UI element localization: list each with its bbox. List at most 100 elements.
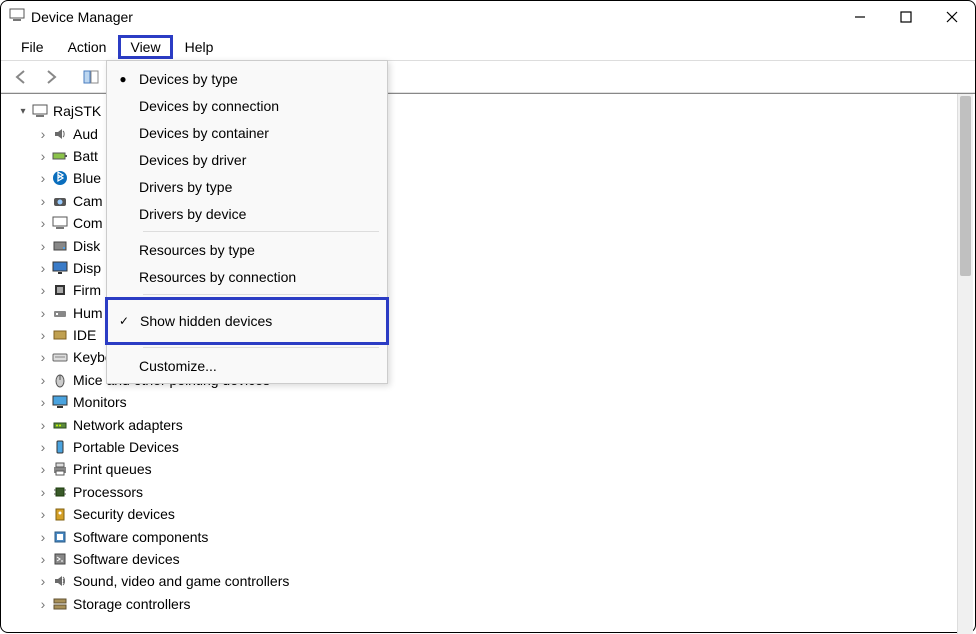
tree-node[interactable]: Security devices <box>35 503 951 525</box>
menu-resources-by-connection[interactable]: Resources by connection <box>107 263 387 290</box>
tree-node[interactable]: Portable Devices <box>35 436 951 458</box>
menu-devices-by-connection[interactable]: Devices by connection <box>107 92 387 119</box>
expand-collapse-icon[interactable] <box>35 417 51 433</box>
tree-node[interactable]: Sound, video and game controllers <box>35 570 951 592</box>
expand-collapse-icon[interactable] <box>35 215 51 231</box>
expand-collapse-icon[interactable] <box>35 238 51 254</box>
tree-node[interactable]: Software components <box>35 525 951 547</box>
expand-collapse-icon[interactable] <box>35 439 51 455</box>
sound-icon <box>51 572 69 590</box>
tree-node-label: Sound, video and game controllers <box>73 573 289 589</box>
expand-collapse-icon[interactable] <box>35 126 51 142</box>
expand-collapse-icon[interactable] <box>35 372 51 388</box>
expand-collapse-icon[interactable] <box>35 484 51 500</box>
expand-collapse-icon[interactable] <box>35 148 51 164</box>
bullet-icon: ● <box>107 72 139 86</box>
expand-collapse-icon[interactable] <box>35 596 51 612</box>
minimize-button[interactable] <box>837 1 883 33</box>
firmware-icon <box>51 281 69 299</box>
security-icon <box>51 505 69 523</box>
expand-collapse-icon[interactable] <box>35 461 51 477</box>
tree-node-label: IDE <box>73 327 96 343</box>
tree-node-label: Blue <box>73 170 101 186</box>
keyboard-icon <box>51 348 69 366</box>
tree-node-label: Software components <box>73 529 208 545</box>
computer-icon <box>51 214 69 232</box>
menu-drivers-by-type[interactable]: Drivers by type <box>107 173 387 200</box>
vertical-scrollbar[interactable] <box>957 94 973 634</box>
expand-collapse-icon[interactable] <box>35 349 51 365</box>
portable-icon <box>51 438 69 456</box>
cpu-icon <box>51 483 69 501</box>
window-titlebar: Device Manager <box>1 1 975 33</box>
tree-node-label: Batt <box>73 148 98 164</box>
tree-node-label: Firm <box>73 282 101 298</box>
menu-separator <box>143 347 379 348</box>
expand-collapse-icon[interactable] <box>35 506 51 522</box>
back-button[interactable] <box>7 63 35 91</box>
expand-collapse-icon[interactable] <box>35 327 51 343</box>
tree-node-label: Cam <box>73 193 103 209</box>
menu-file[interactable]: File <box>9 35 56 59</box>
menu-action[interactable]: Action <box>56 35 119 59</box>
menu-devices-by-container[interactable]: Devices by container <box>107 119 387 146</box>
expand-collapse-icon[interactable] <box>35 573 51 589</box>
tree-node[interactable]: Network adapters <box>35 413 951 435</box>
softdev-icon <box>51 550 69 568</box>
check-icon: ✓ <box>108 314 140 328</box>
printer-icon <box>51 460 69 478</box>
forward-button[interactable] <box>37 63 65 91</box>
display-icon <box>51 259 69 277</box>
audio-icon <box>51 125 69 143</box>
menu-devices-by-type[interactable]: ●Devices by type <box>107 65 387 92</box>
menu-show-hidden-devices[interactable]: ✓Show hidden devices <box>105 297 389 345</box>
storage-icon <box>51 595 69 613</box>
expand-collapse-icon[interactable] <box>35 282 51 298</box>
tree-node-label: Com <box>73 215 103 231</box>
bluetooth-icon <box>51 169 69 187</box>
tree-node[interactable]: Processors <box>35 481 951 503</box>
tree-root-label: RajSTK <box>53 103 101 119</box>
expand-collapse-icon[interactable] <box>35 529 51 545</box>
maximize-button[interactable] <box>883 1 929 33</box>
tree-node-label: Processors <box>73 484 143 500</box>
expand-collapse-icon[interactable] <box>15 106 31 117</box>
camera-icon <box>51 192 69 210</box>
menu-resources-by-type[interactable]: Resources by type <box>107 236 387 263</box>
window-title: Device Manager <box>31 9 837 25</box>
expand-collapse-icon[interactable] <box>35 551 51 567</box>
tree-node-label: Monitors <box>73 394 127 410</box>
disk-icon <box>51 237 69 255</box>
softcomp-icon <box>51 528 69 546</box>
app-icon <box>9 7 25 28</box>
hid-icon <box>51 304 69 322</box>
menu-separator <box>143 294 379 295</box>
menu-help[interactable]: Help <box>173 35 226 59</box>
monitor-icon <box>51 393 69 411</box>
expand-collapse-icon[interactable] <box>35 260 51 276</box>
show-hide-tree-button[interactable] <box>77 63 105 91</box>
expand-collapse-icon[interactable] <box>35 193 51 209</box>
menu-customize[interactable]: Customize... <box>107 352 387 379</box>
expand-collapse-icon[interactable] <box>35 305 51 321</box>
menu-devices-by-driver[interactable]: Devices by driver <box>107 146 387 173</box>
tree-node[interactable]: Software devices <box>35 548 951 570</box>
tree-node-label: Disp <box>73 260 101 276</box>
tree-node-label: Security devices <box>73 506 175 522</box>
expand-collapse-icon[interactable] <box>35 394 51 410</box>
menubar: File Action View Help <box>1 33 975 61</box>
tree-node[interactable]: Storage controllers <box>35 593 951 615</box>
close-button[interactable] <box>929 1 975 33</box>
tree-node-label: Aud <box>73 126 98 142</box>
menu-separator <box>143 231 379 232</box>
tree-node[interactable]: Monitors <box>35 391 951 413</box>
expand-collapse-icon[interactable] <box>35 170 51 186</box>
menu-view[interactable]: View <box>118 35 172 59</box>
ide-icon <box>51 326 69 344</box>
tree-node-label: Disk <box>73 238 100 254</box>
computer-icon <box>31 102 49 120</box>
menu-drivers-by-device[interactable]: Drivers by device <box>107 200 387 227</box>
tree-node[interactable]: Print queues <box>35 458 951 480</box>
tree-node-label: Print queues <box>73 461 152 477</box>
network-icon <box>51 416 69 434</box>
